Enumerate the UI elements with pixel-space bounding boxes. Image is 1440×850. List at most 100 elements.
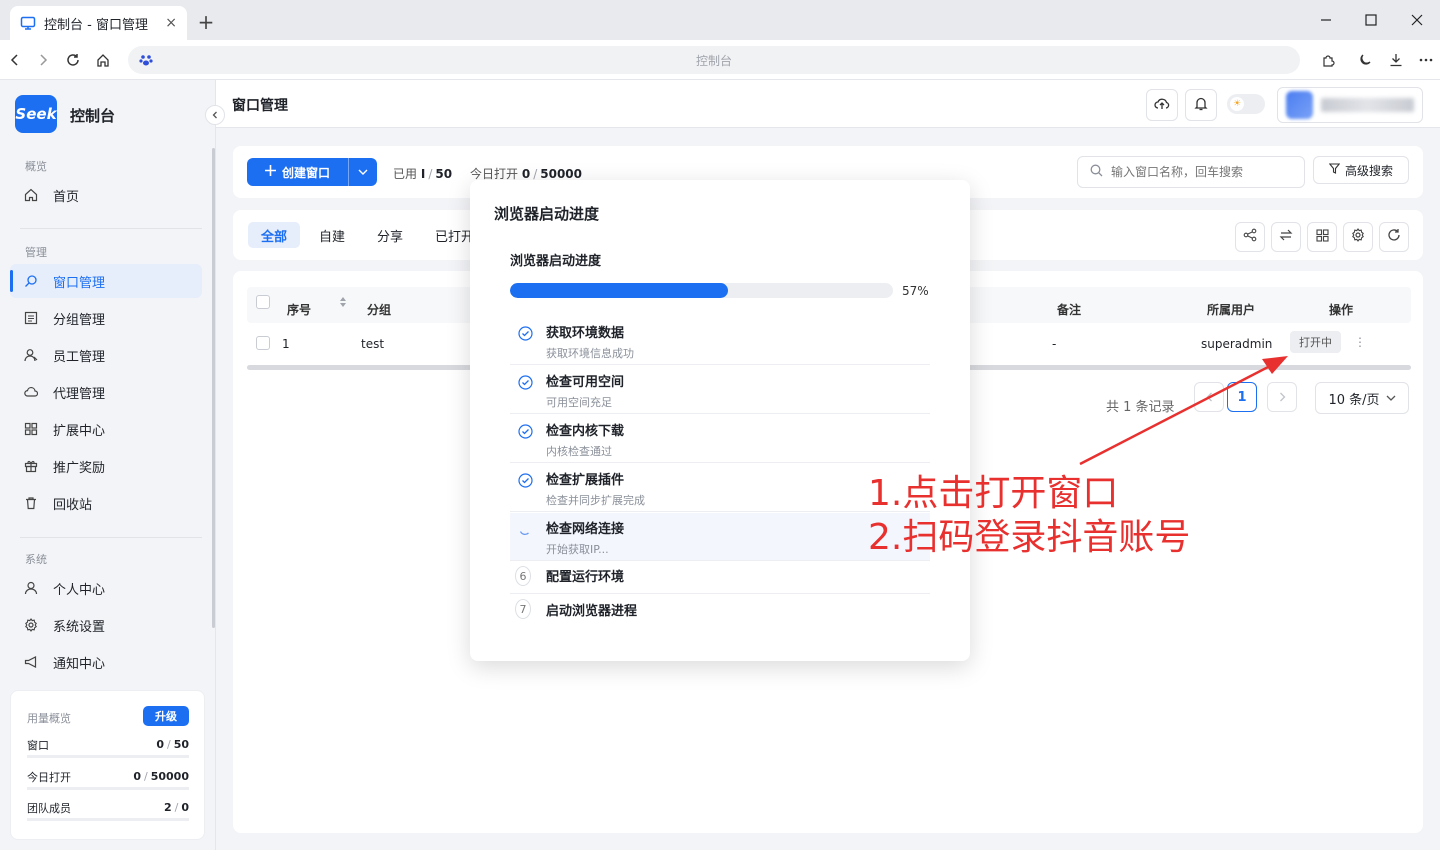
cell-remark: - xyxy=(1052,337,1057,351)
progress-bar xyxy=(510,283,893,298)
usage-total: 50000 xyxy=(150,770,189,783)
tab-title: 控制台 - 窗口管理 xyxy=(44,17,148,33)
home-browser-icon[interactable] xyxy=(93,50,113,70)
browser-titlebar: 控制台 - 窗口管理 × + xyxy=(0,0,1440,40)
bell-icon xyxy=(1194,96,1208,115)
create-dropdown-button[interactable] xyxy=(349,158,377,186)
sidebar-item-extensions[interactable]: 扩展中心 xyxy=(10,412,202,446)
step-item: 检查内核下载 内核检查通过 xyxy=(510,415,930,463)
page-button-current[interactable]: 1 xyxy=(1227,382,1257,412)
download-icon[interactable] xyxy=(1386,50,1406,70)
tab-shared[interactable]: 分享 xyxy=(364,222,416,248)
user-name-redacted xyxy=(1321,98,1414,112)
pagination-total: 共 1 条记录 xyxy=(1106,400,1175,415)
sidebar-item-home[interactable]: 首页 xyxy=(10,178,202,212)
instruction-annotation: 1.点击打开窗口 2.扫码登录抖音账号 xyxy=(868,472,1190,560)
sidebar-item-proxy[interactable]: 代理管理 xyxy=(10,375,202,409)
page-size-select[interactable]: 10 条/页 xyxy=(1315,382,1409,414)
filter-icon xyxy=(1328,163,1341,177)
advanced-search-label: 高级搜索 xyxy=(1344,163,1393,178)
refresh-button[interactable] xyxy=(1379,222,1409,252)
modal-title: 浏览器启动进度 xyxy=(494,205,600,223)
moon-icon[interactable] xyxy=(1355,50,1375,70)
notification-button[interactable] xyxy=(1185,89,1217,121)
sun-icon: ☀ xyxy=(1230,97,1244,111)
new-tab-button[interactable]: + xyxy=(196,10,216,34)
address-bar: 控制台 xyxy=(0,40,1440,80)
usage-total: 50 xyxy=(173,738,189,751)
step-subtitle: 内核检查通过 xyxy=(546,445,612,458)
cell-index: 1 xyxy=(282,337,290,351)
sidebar-item-trash[interactable]: 回收站 xyxy=(10,486,202,520)
maximize-icon[interactable] xyxy=(1359,8,1383,32)
transfer-button[interactable] xyxy=(1271,222,1301,252)
cloud-upload-button[interactable] xyxy=(1146,89,1178,121)
used-total: 50 xyxy=(435,167,453,181)
monitor-icon xyxy=(20,15,36,31)
step-title: 检查网络连接 xyxy=(546,522,625,537)
trash-icon xyxy=(24,496,38,510)
usage-label: 团队成员 xyxy=(27,801,71,815)
url-field[interactable]: 控制台 xyxy=(128,46,1300,74)
sidebar-item-settings[interactable]: 系统设置 xyxy=(10,608,202,642)
chevron-right-icon xyxy=(1279,392,1285,402)
advanced-search-button[interactable]: 高级搜索 xyxy=(1313,156,1409,184)
search-input[interactable] xyxy=(1111,165,1281,179)
extensions-icon[interactable] xyxy=(1318,50,1338,70)
usage-used: 0 xyxy=(156,738,164,751)
upgrade-button[interactable]: 升级 xyxy=(143,706,189,726)
section-label-overview: 概览 xyxy=(25,160,47,173)
sidebar-item-profile[interactable]: 个人中心 xyxy=(10,571,202,605)
column-header-remark: 备注 xyxy=(1057,303,1082,317)
collapse-sidebar-button[interactable] xyxy=(205,105,225,125)
launch-progress-modal: 浏览器启动进度 浏览器启动进度 57% 获取环境数据 获取环境信息成功 检查可用… xyxy=(470,180,970,661)
sidebar-item-label: 窗口管理 xyxy=(53,275,106,291)
forward-icon[interactable] xyxy=(33,50,53,70)
share-button[interactable] xyxy=(1235,222,1265,252)
status-badge[interactable]: 打开中 xyxy=(1290,331,1341,353)
gift-icon xyxy=(24,459,38,473)
row-checkbox[interactable] xyxy=(256,336,270,350)
user-menu[interactable] xyxy=(1277,87,1423,123)
tab-all[interactable]: 全部 xyxy=(248,222,301,248)
back-icon[interactable] xyxy=(5,50,25,70)
grid-view-button[interactable] xyxy=(1307,222,1337,252)
sidebar-item-windows[interactable]: 窗口管理 xyxy=(10,264,202,298)
search-window-icon xyxy=(24,274,38,288)
sort-icon[interactable] xyxy=(339,296,347,312)
close-tab-icon[interactable]: × xyxy=(165,15,177,31)
step-number: 7 xyxy=(515,599,531,619)
theme-toggle[interactable]: ☀ xyxy=(1227,94,1265,114)
today-total: 50000 xyxy=(540,167,582,181)
sidebar-item-staff[interactable]: 员工管理 xyxy=(10,338,202,372)
reload-icon[interactable] xyxy=(63,50,83,70)
minimize-icon[interactable] xyxy=(1314,8,1338,32)
select-all-checkbox[interactable] xyxy=(256,295,270,309)
close-window-icon[interactable] xyxy=(1405,8,1429,32)
check-circle-icon xyxy=(517,423,533,439)
column-settings-button[interactable] xyxy=(1343,222,1373,252)
column-header-group: 分组 xyxy=(367,303,392,317)
sidebar-item-label: 通知中心 xyxy=(53,656,106,672)
create-window-button[interactable]: 创建窗口 xyxy=(247,158,377,186)
tab-self-created[interactable]: 自建 xyxy=(306,222,358,248)
next-page-button[interactable] xyxy=(1267,382,1297,412)
gear-icon xyxy=(1351,228,1365,246)
prev-page-button[interactable] xyxy=(1194,382,1224,412)
brand-name: 控制台 xyxy=(70,107,116,125)
sidebar-item-groups[interactable]: 分组管理 xyxy=(10,301,202,335)
sidebar-item-label: 系统设置 xyxy=(53,619,106,635)
step-title: 启动浏览器进程 xyxy=(546,604,638,619)
section-label-manage: 管理 xyxy=(25,246,47,259)
sidebar-scrollbar[interactable] xyxy=(212,148,215,628)
search-icon xyxy=(1090,164,1103,180)
progress-bar-fill xyxy=(510,283,729,298)
sidebar-item-notifications[interactable]: 通知中心 xyxy=(10,645,202,679)
browser-tab[interactable]: 控制台 - 窗口管理 × xyxy=(10,6,187,40)
sidebar-item-rewards[interactable]: 推广奖励 xyxy=(10,449,202,483)
step-subtitle: 开始获取IP... xyxy=(546,543,609,556)
step-item: 7 启动浏览器进程 xyxy=(510,595,930,627)
gear-icon xyxy=(24,618,38,632)
more-icon[interactable] xyxy=(1416,50,1436,70)
row-more-icon[interactable]: ⋮ xyxy=(1354,335,1366,349)
